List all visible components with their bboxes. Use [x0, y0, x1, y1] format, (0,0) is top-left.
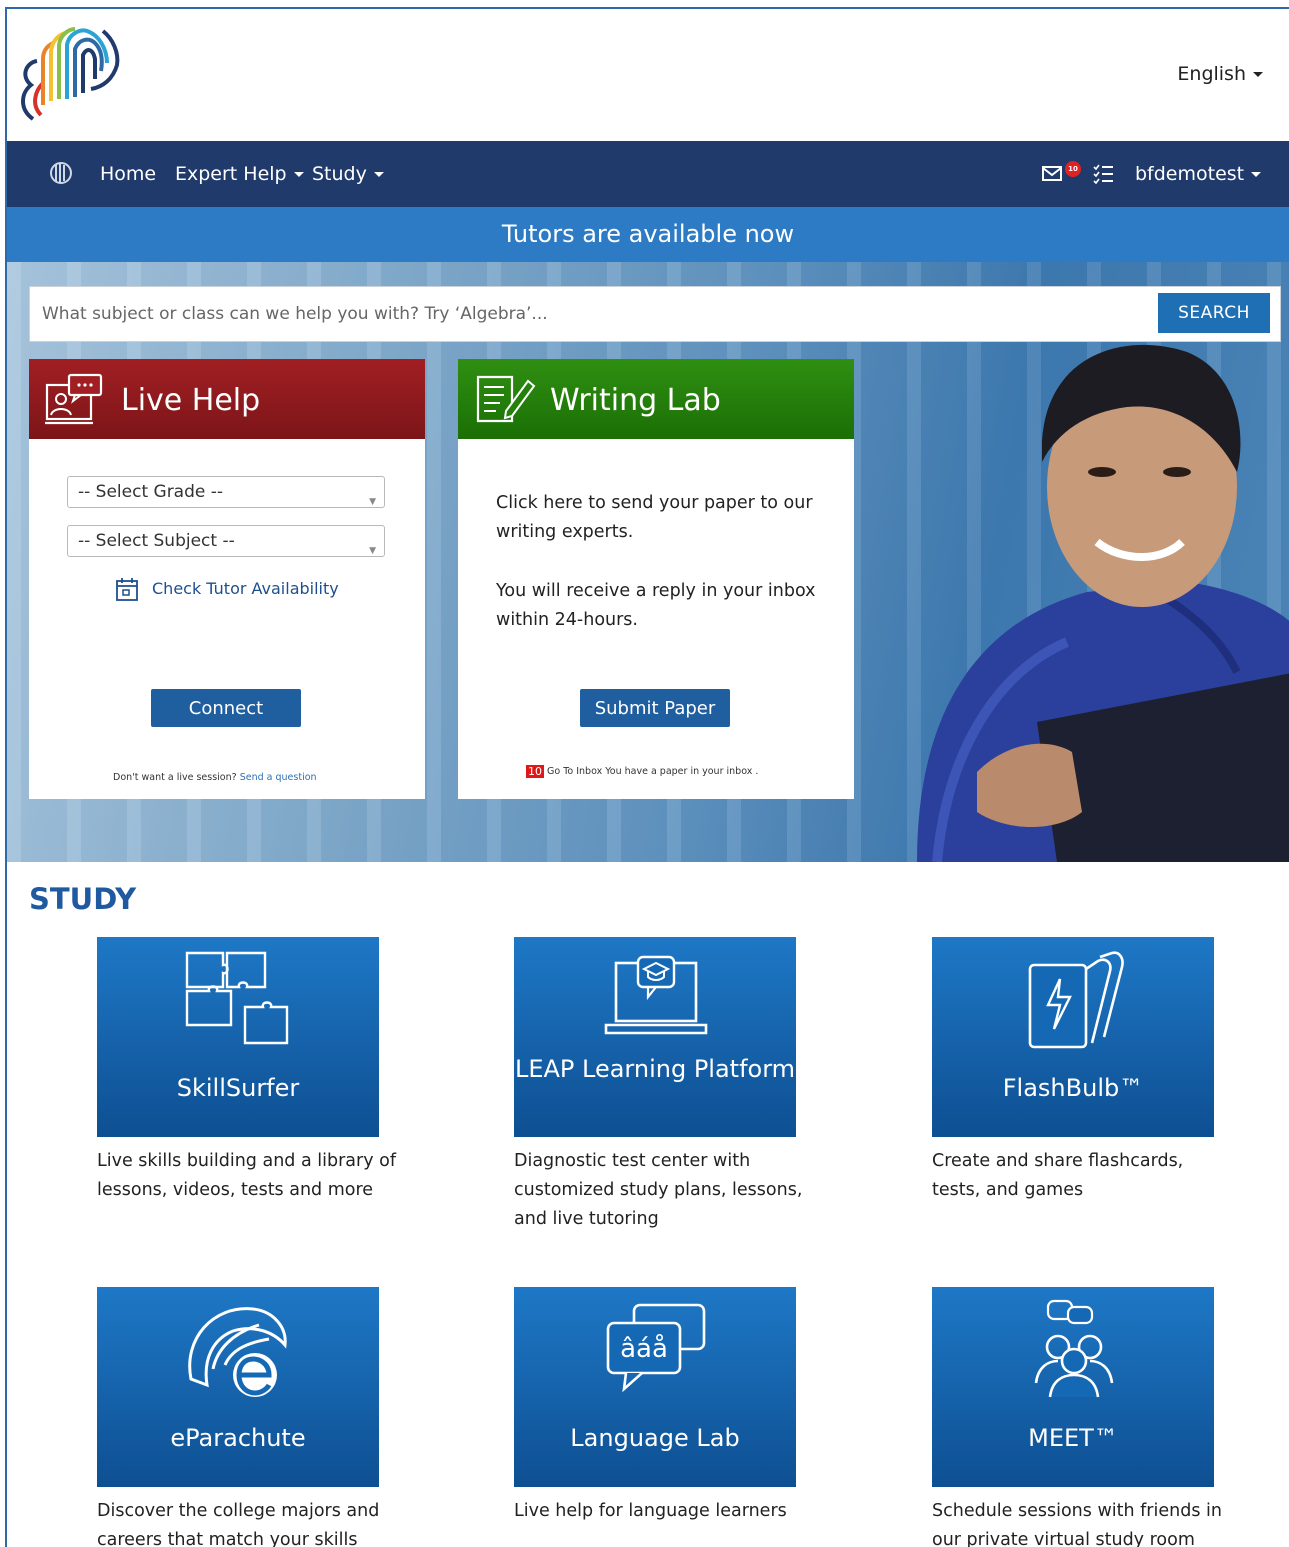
tile-name: LEAP Learning Platform	[514, 1055, 796, 1083]
tile-meet[interactable]: MEET™	[932, 1287, 1214, 1487]
chevron-down-icon	[293, 172, 304, 177]
check-tutor-availability-link[interactable]: Check Tutor Availability	[152, 579, 339, 598]
submit-paper-button[interactable]: Submit Paper	[580, 689, 730, 727]
search-button[interactable]: SEARCH	[1158, 293, 1270, 333]
subject-select[interactable]: -- Select Subject -- ▼	[67, 525, 385, 557]
tile-description: Create and share flashcards, tests, and …	[932, 1151, 1184, 1200]
writing-lab-description: Click here to send your paper to our wri…	[496, 493, 813, 542]
inbox-paper-note-text: Go To Inbox You have a paper in your inb…	[547, 766, 759, 777]
language-dropdown[interactable]: English	[1177, 63, 1263, 85]
tile-skillsurfer[interactable]: SkillSurfer	[97, 937, 379, 1137]
live-help-title: Live Help	[121, 383, 261, 418]
tutors-available-banner: Tutors are available now	[7, 207, 1289, 262]
tile-name: eParachute	[170, 1424, 306, 1452]
study-section-title: STUDY	[29, 882, 137, 916]
dropdown-arrow-icon: ▼	[369, 497, 376, 507]
inbox-paper-note[interactable]: 10 Go To Inbox You have a paper in your i…	[526, 765, 758, 778]
tile-name: SkillSurfer	[176, 1074, 300, 1102]
laptop-graduation-icon	[604, 955, 708, 1035]
tile-eparachute[interactable]: eParachute	[97, 1287, 379, 1487]
nav-study[interactable]: Study	[312, 163, 384, 185]
main-navbar: Home Expert Help Study bfdemotest	[7, 141, 1289, 207]
student-photo	[917, 344, 1289, 862]
live-help-card: Live Help -- Select Grade -- ▼ -- Select …	[29, 359, 425, 799]
nav-expert-help[interactable]: Expert Help	[175, 163, 304, 185]
chevron-down-icon	[1251, 172, 1262, 177]
chevron-down-icon	[1253, 72, 1263, 77]
writing-lab-card: Writing Lab Click here to send your pape…	[458, 359, 854, 799]
tile-language-lab[interactable]: âáå Language Lab	[514, 1287, 796, 1487]
flashcards-icon	[1028, 951, 1124, 1049]
calendar-icon	[116, 578, 138, 601]
svg-text:âáå: âáå	[620, 1333, 668, 1364]
live-help-header[interactable]: Live Help	[29, 359, 425, 439]
search-input[interactable]	[30, 287, 1148, 341]
subject-select-value: -- Select Subject --	[78, 531, 235, 551]
nav-home[interactable]: Home	[100, 163, 156, 185]
tile-name: MEET™	[1028, 1424, 1118, 1452]
writing-lab-title: Writing Lab	[550, 383, 721, 418]
tile-flashbulb[interactable]: FlashBulb™	[932, 937, 1214, 1137]
puzzle-icon	[185, 951, 289, 1045]
user-menu[interactable]: bfdemotest	[1135, 163, 1262, 185]
eparachute-icon	[188, 1307, 287, 1397]
document-pen-icon	[476, 375, 536, 423]
writing-lab-reply-note: You will receive a reply in your inbox w…	[496, 581, 816, 630]
language-label: English	[1177, 63, 1246, 85]
video-chat-icon	[45, 373, 103, 425]
inbox-icon[interactable]	[1041, 161, 1065, 185]
grade-select[interactable]: -- Select Grade -- ▼	[67, 476, 385, 508]
tile-description: Schedule sessions with friends in our pr…	[932, 1501, 1222, 1547]
speech-bubbles-icon: âáå	[606, 1303, 706, 1393]
head-logo-icon[interactable]	[47, 161, 75, 187]
group-chat-icon	[1034, 1299, 1114, 1398]
tile-description: Live help for language learners	[514, 1501, 787, 1521]
send-question-link[interactable]: Send a question	[240, 772, 317, 783]
task-list-icon[interactable]	[1091, 161, 1115, 185]
brand-logo[interactable]	[13, 19, 123, 131]
writing-lab-header[interactable]: Writing Lab	[458, 359, 854, 439]
send-question-note-text: Don't want a live session?	[113, 772, 237, 783]
tile-leap-learning-platform[interactable]: LEAP Learning Platform	[514, 937, 796, 1137]
subject-search-bar: SEARCH	[29, 286, 1281, 342]
dropdown-arrow-icon: ▼	[369, 546, 376, 556]
tile-name: Language Lab	[570, 1424, 740, 1452]
nav-study-label: Study	[312, 163, 367, 185]
paper-count-badge: 10	[526, 765, 544, 778]
username-label: bfdemotest	[1135, 163, 1245, 185]
grade-select-value: -- Select Grade --	[78, 482, 224, 502]
tile-description: Diagnostic test center with customized s…	[514, 1151, 803, 1229]
tile-description: Discover the college majors and careers …	[97, 1501, 380, 1547]
tile-name: FlashBulb™	[1002, 1074, 1144, 1102]
connect-button[interactable]: Connect	[151, 689, 301, 727]
tile-description: Live skills building and a library of le…	[97, 1151, 396, 1200]
nav-expert-help-label: Expert Help	[175, 163, 287, 185]
chevron-down-icon	[373, 172, 384, 177]
page-frame: English Home Expert Help Study bfdemotes…	[5, 7, 1289, 1547]
top-header: English	[7, 9, 1289, 141]
hero-section: SEARCH Live Help -- Select Grade -- ▼ -- …	[7, 262, 1289, 862]
inbox-count-badge: 10	[1065, 161, 1081, 177]
send-question-note: Don't want a live session? Send a questi…	[113, 772, 317, 783]
